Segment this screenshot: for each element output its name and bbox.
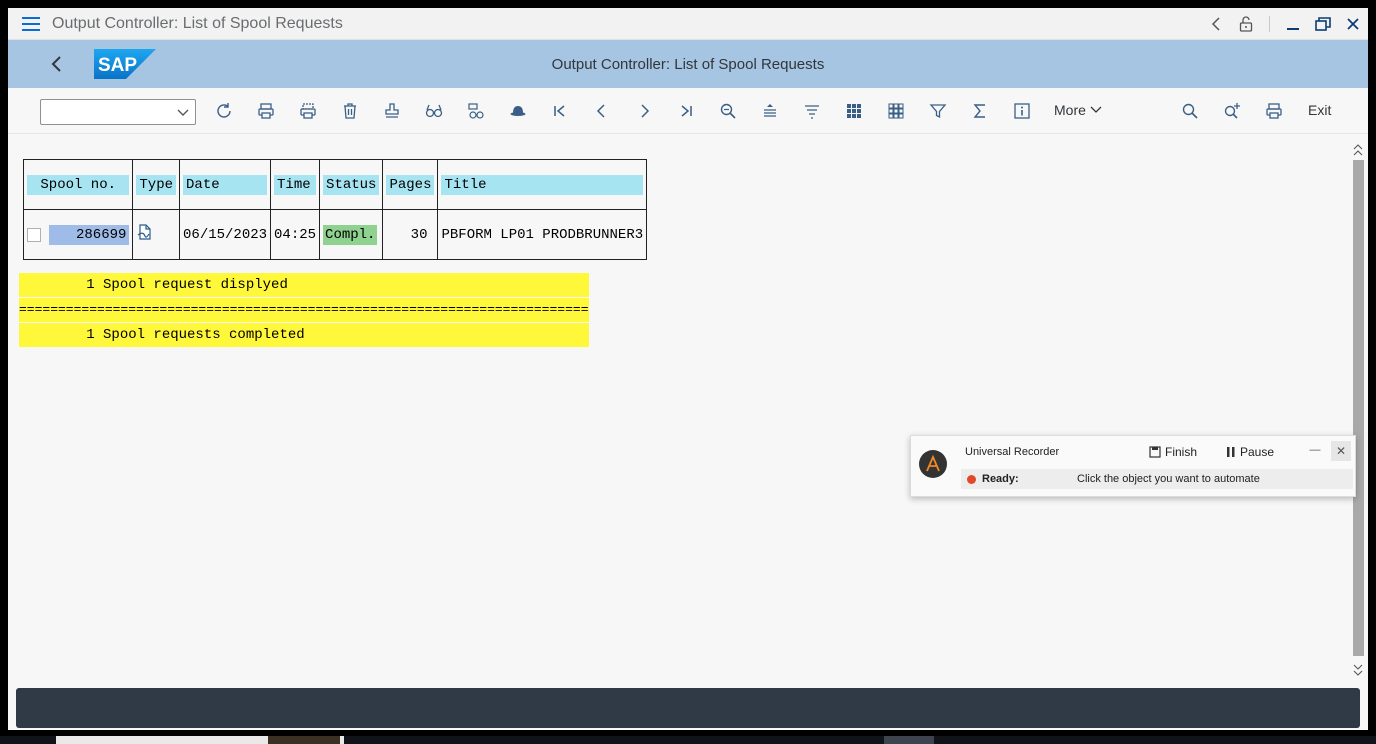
print-icon[interactable] — [254, 99, 278, 123]
spool-table: Spool no. Type Date Time Status Pages Ti… — [22, 159, 648, 260]
taskbar — [0, 736, 1376, 744]
shell-header: SAP Output Controller: List of Spool Req… — [8, 40, 1368, 88]
table-header-row: Spool no. Type Date Time Status Pages Ti… — [22, 159, 648, 210]
status-label: Ready: — [982, 473, 1019, 485]
search-icon[interactable] — [1178, 99, 1202, 123]
column-header-type[interactable]: Type — [136, 174, 177, 195]
minimize-icon[interactable]: — — [1307, 442, 1323, 458]
chevron-down-icon — [1090, 106, 1102, 113]
hat-icon[interactable] — [506, 99, 530, 123]
recorder-title: Universal Recorder — [965, 446, 1060, 458]
first-page-icon[interactable] — [548, 99, 572, 123]
info-icon[interactable] — [1010, 99, 1034, 123]
scroll-down-icon[interactable] — [1352, 662, 1364, 678]
column-header-date[interactable]: Date — [183, 174, 268, 195]
recorder-logo-icon — [919, 450, 947, 478]
vertical-scrollbar[interactable] — [1352, 142, 1364, 682]
more-button[interactable]: More — [1054, 102, 1102, 118]
exit-button[interactable]: Exit — [1308, 102, 1331, 118]
column-header-title[interactable]: Title — [441, 174, 644, 195]
status-dot-icon — [967, 474, 976, 484]
unlock-icon[interactable] — [1231, 8, 1261, 40]
chevron-down-icon — [177, 109, 189, 116]
previous-page-icon[interactable] — [590, 99, 614, 123]
deselect-all-icon[interactable] — [884, 99, 908, 123]
column-header-spool-no[interactable]: Spool no. — [27, 174, 130, 195]
table-row[interactable]: 286699 06/15/2023 04:25 Compl. 30 PBFORM… — [22, 209, 648, 260]
minimize-icon[interactable] — [1278, 8, 1308, 40]
last-page-icon[interactable] — [674, 99, 698, 123]
filter-icon[interactable] — [926, 99, 950, 123]
print-direct-icon[interactable] — [296, 99, 320, 123]
pause-icon — [1227, 447, 1235, 457]
find-icon[interactable] — [716, 99, 740, 123]
summary-completed-line: 1 Spool requests completed — [19, 323, 589, 347]
status-bar — [16, 688, 1360, 728]
pdf-document-icon[interactable] — [136, 224, 154, 246]
more-label: More — [1054, 102, 1086, 118]
list-content: Spool no. Type Date Time Status Pages Ti… — [8, 136, 1368, 688]
pause-button[interactable]: Pause — [1226, 445, 1274, 459]
save-icon — [1149, 446, 1161, 458]
svg-text:SAP: SAP — [98, 55, 137, 76]
delete-icon[interactable] — [338, 99, 362, 123]
scrollbar-thumb[interactable] — [1353, 160, 1364, 656]
taskbar-item[interactable] — [884, 736, 934, 744]
sum-icon[interactable] — [968, 99, 992, 123]
stamp-icon[interactable] — [380, 99, 404, 123]
display-contents-icon[interactable] — [464, 99, 488, 123]
screen-title: Output Controller: List of Spool Request… — [551, 55, 825, 73]
title-bar: Output Controller: List of Spool Request… — [8, 8, 1368, 40]
column-header-status[interactable]: Status — [323, 174, 380, 195]
column-header-time[interactable]: Time — [274, 174, 317, 195]
column-header-pages[interactable]: Pages — [386, 174, 435, 195]
finish-button[interactable]: Finish — [1149, 445, 1197, 459]
summary-separator-line: ========================================… — [19, 298, 589, 322]
universal-recorder-panel: Universal Recorder Finish Pause — ✕ Read… — [910, 435, 1356, 497]
close-icon[interactable]: ✕ — [1331, 441, 1351, 461]
application-toolbar: More Exit — [8, 88, 1368, 134]
command-field-combo[interactable] — [40, 99, 196, 125]
hamburger-menu-icon[interactable] — [14, 8, 48, 40]
row-select-checkbox[interactable] — [27, 227, 41, 242]
refresh-icon[interactable] — [212, 99, 236, 123]
select-all-icon[interactable] — [842, 99, 866, 123]
search-next-icon[interactable] — [1220, 99, 1244, 123]
sort-ascending-icon[interactable] — [758, 99, 782, 123]
recorder-status-row: Ready: Click the object you want to auto… — [961, 469, 1353, 489]
next-page-icon[interactable] — [632, 99, 656, 123]
restore-icon[interactable] — [1308, 8, 1338, 40]
close-icon[interactable] — [1338, 8, 1368, 40]
summary-displayed-line: 1 Spool request displyed — [19, 273, 589, 297]
back-arrow-icon[interactable] — [44, 52, 68, 76]
finish-label: Finish — [1165, 445, 1198, 459]
taskbar-item[interactable] — [268, 736, 340, 744]
sap-window: Output Controller: List of Spool Request… — [8, 8, 1368, 730]
print-list-icon[interactable] — [1262, 99, 1286, 123]
chevron-left-icon[interactable] — [1201, 8, 1231, 40]
status-message: Click the object you want to automate — [1077, 473, 1260, 485]
spool-number-cell[interactable]: 286699 — [49, 224, 130, 245]
title-cell: PBFORM LP01 PRODBRUNNER3 — [441, 226, 644, 243]
pages-cell: 30 — [410, 226, 428, 243]
date-cell: 06/15/2023 — [183, 226, 268, 243]
scroll-up-icon[interactable] — [1352, 142, 1364, 158]
window-title: Output Controller: List of Spool Request… — [52, 14, 343, 32]
display-glasses-icon[interactable] — [422, 99, 446, 123]
pause-label: Pause — [1240, 445, 1275, 459]
status-cell: Compl. — [323, 224, 378, 245]
time-cell: 04:25 — [274, 226, 317, 243]
sort-descending-icon[interactable] — [800, 99, 824, 123]
sap-logo: SAP — [94, 49, 156, 84]
